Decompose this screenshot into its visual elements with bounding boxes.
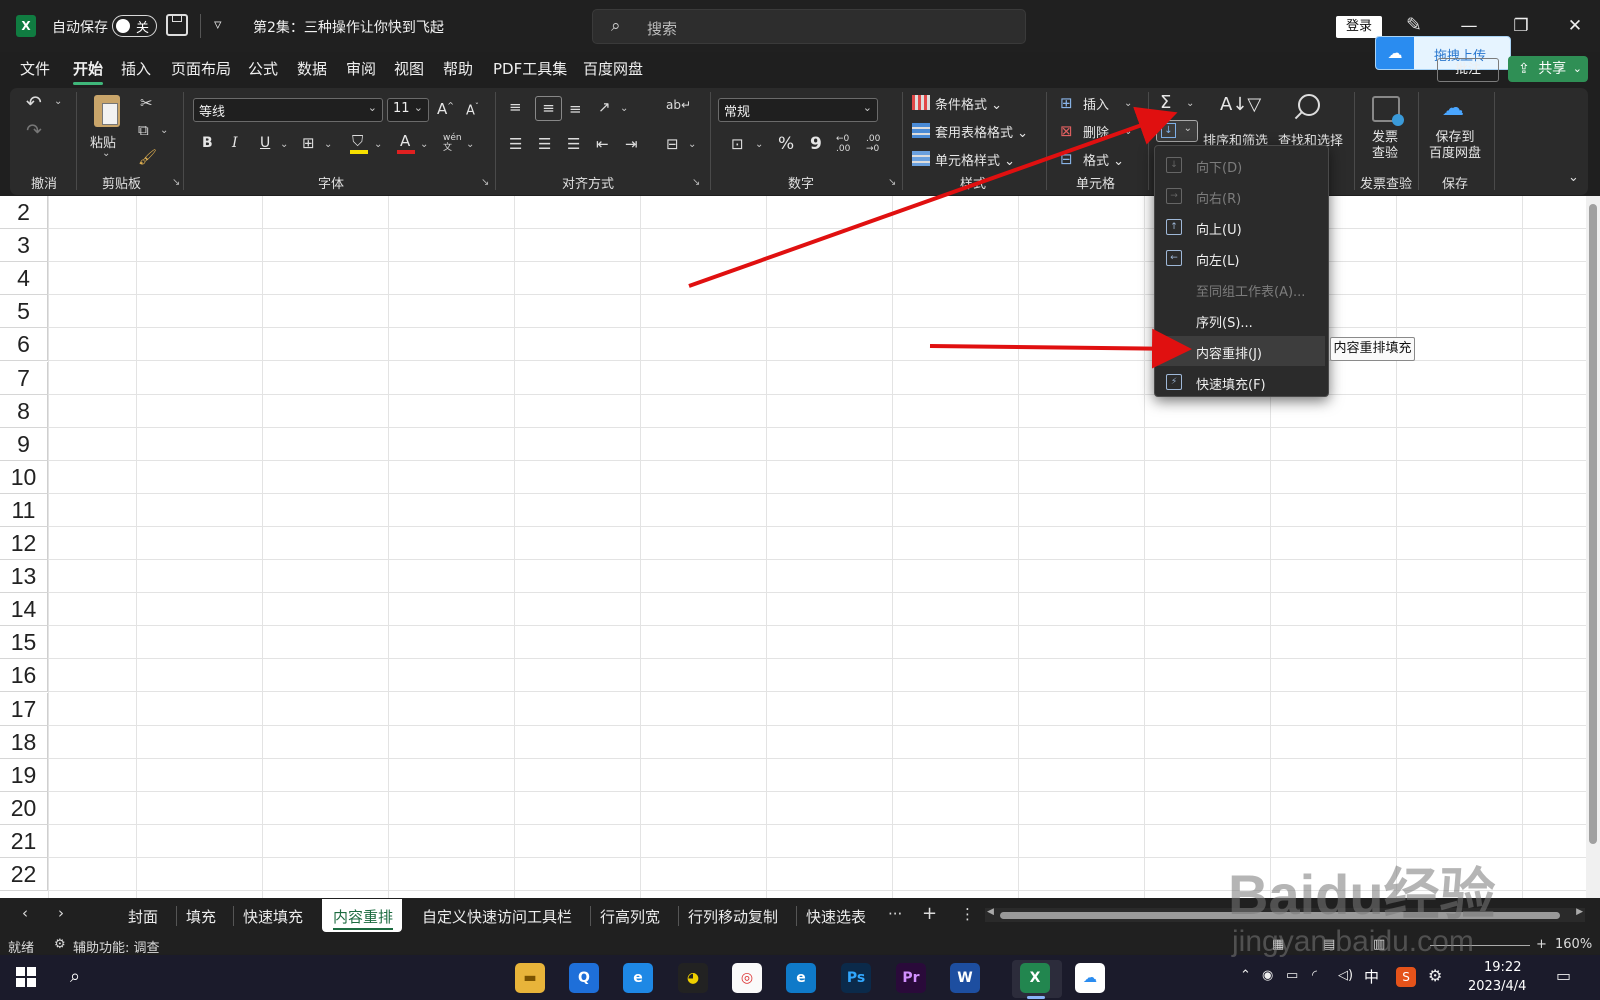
baidu-watermark-logo: Baidu经验 [1228,863,1496,926]
baidu-watermark-url: jingyan.baidu.com [1232,925,1474,958]
arrow-to-justify-item [929,328,1192,369]
arrow-to-fill-button [688,106,1178,288]
